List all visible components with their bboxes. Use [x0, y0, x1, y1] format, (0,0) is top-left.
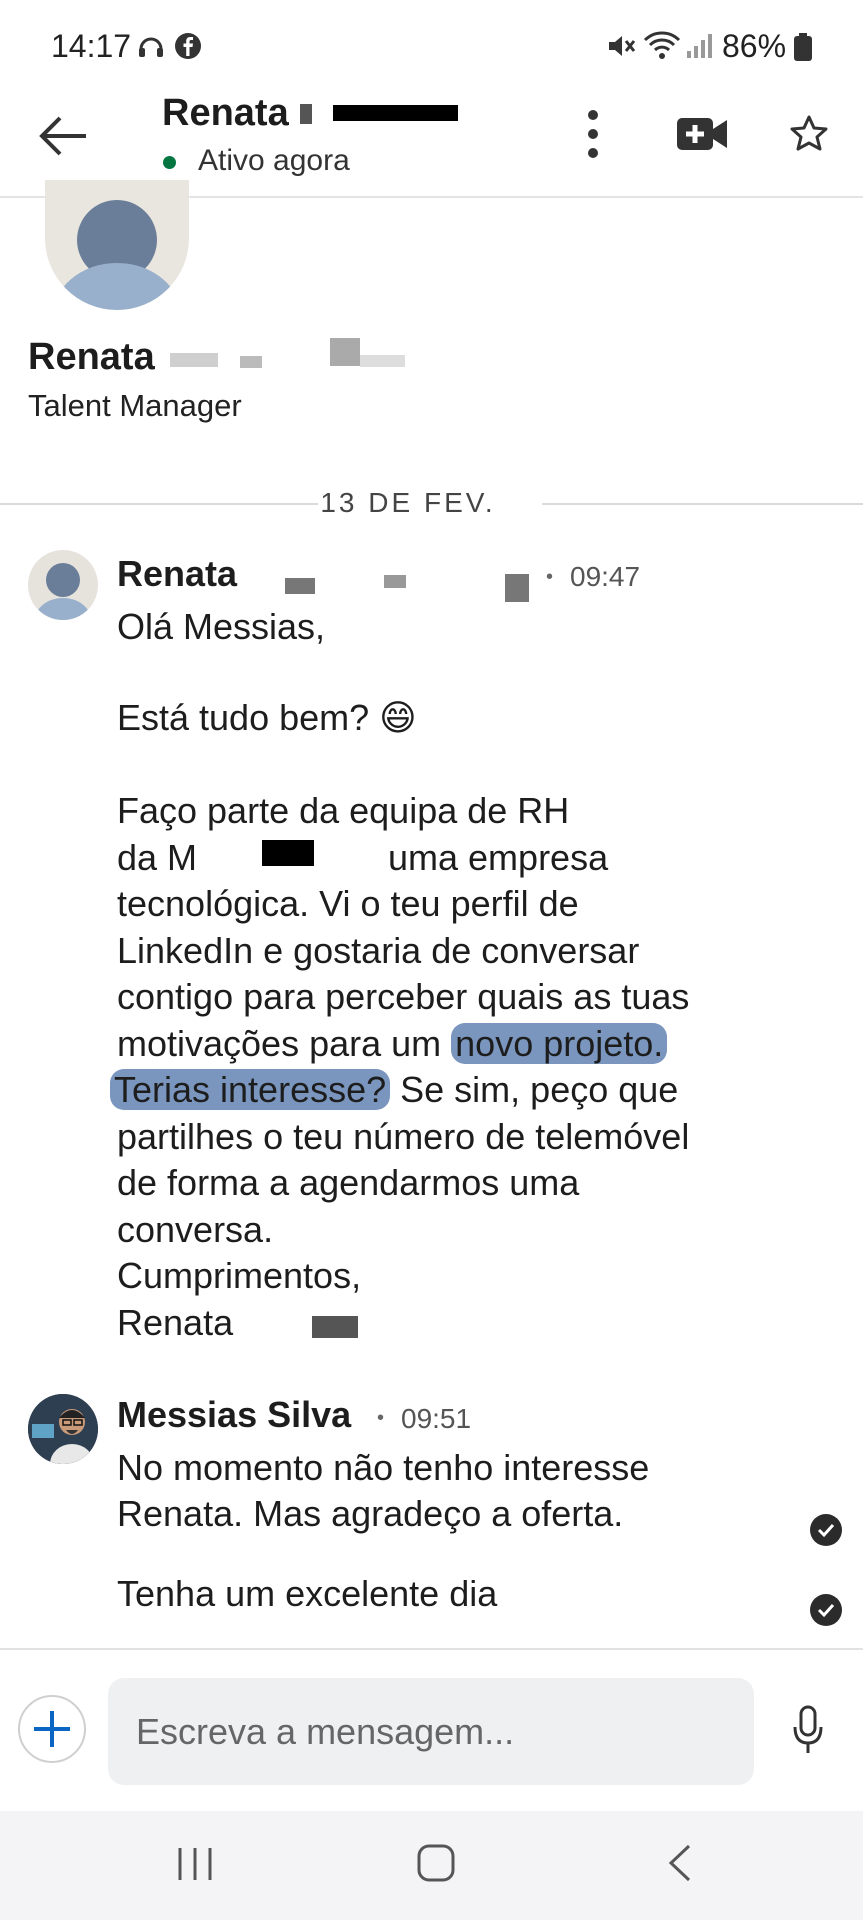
message-line: da M: [117, 837, 198, 878]
redaction-mark: [240, 356, 262, 368]
star-icon[interactable]: [790, 115, 828, 156]
facebook-icon: [173, 31, 203, 61]
message-sender[interactable]: Messias Silva: [117, 1394, 351, 1436]
message-line: Cumprimentos,: [117, 1255, 362, 1296]
redaction-mark: [170, 353, 218, 367]
online-status-dot: [163, 156, 176, 169]
attach-button[interactable]: [18, 1695, 86, 1763]
message-composer: [0, 1648, 863, 1813]
recent-apps-icon[interactable]: [176, 1846, 214, 1887]
signal-icon: [686, 33, 714, 64]
profile-avatar[interactable]: [45, 180, 189, 310]
message-line: Olá Messias,: [117, 606, 326, 647]
contact-name[interactable]: Renata: [162, 92, 289, 135]
status-time: 14:17: [51, 28, 132, 64]
status-bar: 14:17 86%: [0, 0, 863, 95]
headset-icon: [136, 31, 166, 61]
microphone-icon[interactable]: [792, 1705, 824, 1760]
redaction-mark: [262, 840, 314, 866]
profile-name: Renata: [28, 336, 155, 378]
redaction-mark: [300, 104, 312, 124]
battery-percentage: 86%: [722, 28, 787, 64]
read-receipt-icon: [810, 1594, 842, 1626]
date-separator: 13 DE FEV.: [320, 487, 496, 518]
plus-icon: [32, 1709, 72, 1754]
message-line: tecnológica. Vi o teu perfil de: [117, 883, 579, 924]
back-arrow-icon[interactable]: [36, 114, 88, 163]
redaction-mark: [505, 574, 529, 602]
wifi-icon: [643, 30, 681, 65]
active-status: Ativo agora: [198, 144, 350, 177]
divider: [542, 503, 863, 505]
message-time: 09:47: [570, 561, 641, 592]
message-line: motivações para um novo projeto.: [117, 1021, 668, 1068]
redaction-mark: [312, 1316, 358, 1338]
divider: [0, 503, 318, 505]
redaction-mark: [333, 105, 458, 121]
sender-avatar[interactable]: [28, 1394, 98, 1464]
message-line: uma empresa: [388, 837, 609, 878]
message-line: Tenha um excelente dia: [117, 1573, 498, 1614]
message-line: Renata. Mas agradeço a oferta.: [117, 1493, 624, 1534]
redaction-mark: [360, 355, 405, 367]
message-time: 09:51: [401, 1403, 472, 1434]
sender-avatar[interactable]: [28, 550, 98, 620]
system-nav-bar: [0, 1811, 863, 1920]
mute-icon: [606, 32, 636, 65]
redaction-mark: [285, 578, 315, 594]
message-line: de forma a agendarmos uma: [117, 1162, 580, 1203]
message-line: Terias interesse? Se sim, peço que: [110, 1067, 678, 1114]
separator-dot: •: [377, 1407, 385, 1429]
separator-dot: •: [546, 566, 554, 588]
battery-icon: [794, 33, 812, 66]
read-receipt-icon: [810, 1514, 842, 1546]
message-line: LinkedIn e gostaria de conversar: [117, 930, 640, 971]
back-icon[interactable]: [665, 1843, 693, 1888]
message-line: Renata: [117, 1302, 234, 1343]
message-line: conversa.: [117, 1209, 274, 1250]
message-line: Faço parte da equipa de RH: [117, 790, 570, 831]
home-icon[interactable]: [416, 1843, 456, 1888]
redaction-mark: [330, 338, 360, 366]
profile-headline: Talent Manager: [28, 388, 242, 423]
message-line: No momento não tenho interesse: [117, 1447, 650, 1488]
message-sender[interactable]: Renata: [117, 553, 237, 595]
more-vert-icon[interactable]: [585, 108, 601, 165]
message-line: partilhes o teu número de telemóvel: [117, 1116, 690, 1157]
highlighted-text: Terias interesse?: [110, 1069, 391, 1110]
message-text: motivações para um: [117, 1023, 452, 1064]
message-text: Se sim, peço que: [390, 1069, 679, 1110]
message-line: contigo para perceber quais as tuas: [117, 976, 690, 1017]
message-line: Está tudo bem? 😄: [117, 697, 417, 738]
highlighted-text: novo projeto.: [451, 1023, 668, 1064]
message-input[interactable]: [108, 1678, 754, 1785]
redaction-mark: [384, 575, 406, 588]
video-call-icon[interactable]: [677, 116, 729, 157]
